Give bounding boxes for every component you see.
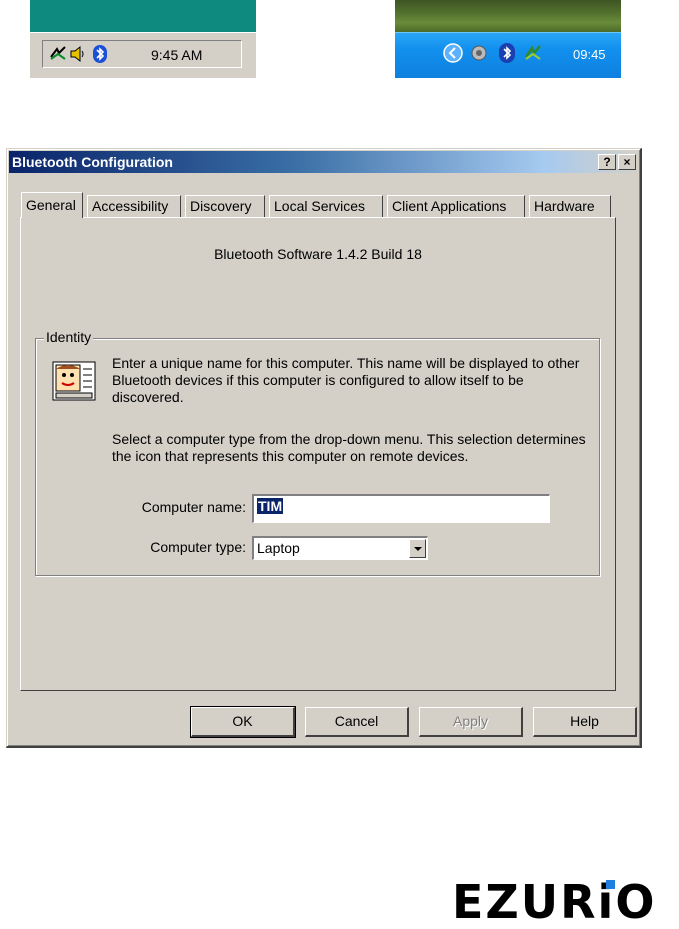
chevron-down-icon[interactable] — [409, 539, 426, 558]
bluetooth-icon[interactable] — [91, 45, 109, 63]
network-icon[interactable] — [49, 45, 67, 63]
classic-desktop — [30, 0, 256, 32]
title-bar[interactable]: Bluetooth Configuration ? × — [9, 151, 638, 173]
tab-discovery[interactable]: Discovery — [185, 195, 265, 217]
help-button-label: Help — [570, 713, 599, 729]
computer-name-field[interactable]: TIM — [252, 494, 550, 523]
ok-button-label: OK — [232, 713, 253, 729]
help-button[interactable]: Help — [533, 707, 637, 737]
apply-button: Apply — [419, 707, 523, 737]
tab-hardware[interactable]: Hardware — [529, 195, 611, 217]
tab-client-applications[interactable]: Client Applications — [387, 195, 525, 217]
xp-desktop-wallpaper — [395, 0, 621, 32]
computer-identity-icon — [52, 361, 96, 401]
general-tab-panel: Bluetooth Software 1.4.2 Build 18 Identi… — [20, 217, 616, 691]
ezurio-logo: EZURiO — [452, 875, 657, 929]
clock[interactable]: 09:45 — [573, 47, 606, 62]
close-button[interactable]: × — [618, 154, 636, 170]
clock[interactable]: 9:45 AM — [151, 47, 202, 63]
volume-icon[interactable] — [469, 43, 489, 63]
tab-general[interactable]: General — [21, 192, 83, 218]
computer-type-description: Select a computer type from the drop-dow… — [112, 431, 586, 464]
bluetooth-configuration-dialog: Bluetooth Configuration ? × General Acce… — [6, 148, 642, 748]
classic-taskbar-snippet: 9:45 AM — [30, 0, 256, 78]
computer-type-value: Laptop — [257, 540, 300, 556]
computer-type-label: Computer type: — [150, 539, 246, 555]
classic-system-tray: 9:45 AM — [42, 40, 242, 68]
xp-taskbar-snippet: 09:45 — [395, 0, 621, 78]
window-title: Bluetooth Configuration — [12, 154, 173, 170]
identity-groupbox: Identity Enter a unique name for this co… — [35, 329, 600, 576]
xp-taskbar: 09:45 — [395, 32, 621, 78]
help-title-button[interactable]: ? — [598, 154, 616, 170]
network-icon[interactable] — [523, 43, 543, 63]
computer-type-dropdown[interactable]: Laptop — [252, 536, 428, 560]
cancel-button[interactable]: Cancel — [305, 707, 409, 737]
show-hidden-icons-icon[interactable] — [443, 43, 463, 63]
identity-label: Identity — [44, 329, 94, 345]
classic-taskbar: 9:45 AM — [30, 32, 256, 78]
apply-button-label: Apply — [452, 713, 489, 729]
identity-description: Enter a unique name for this computer. T… — [112, 355, 580, 405]
tab-accessibility[interactable]: Accessibility — [87, 195, 181, 217]
logo-accent-dot — [606, 880, 615, 889]
ok-button[interactable]: OK — [190, 706, 296, 738]
cancel-button-label: Cancel — [334, 713, 379, 729]
bluetooth-icon[interactable] — [499, 43, 515, 63]
computer-name-value: TIM — [257, 498, 284, 514]
software-version: Bluetooth Software 1.4.2 Build 18 — [214, 246, 422, 262]
tab-local-services[interactable]: Local Services — [269, 195, 383, 217]
volume-icon[interactable] — [69, 45, 87, 63]
computer-name-label: Computer name: — [141, 499, 246, 515]
